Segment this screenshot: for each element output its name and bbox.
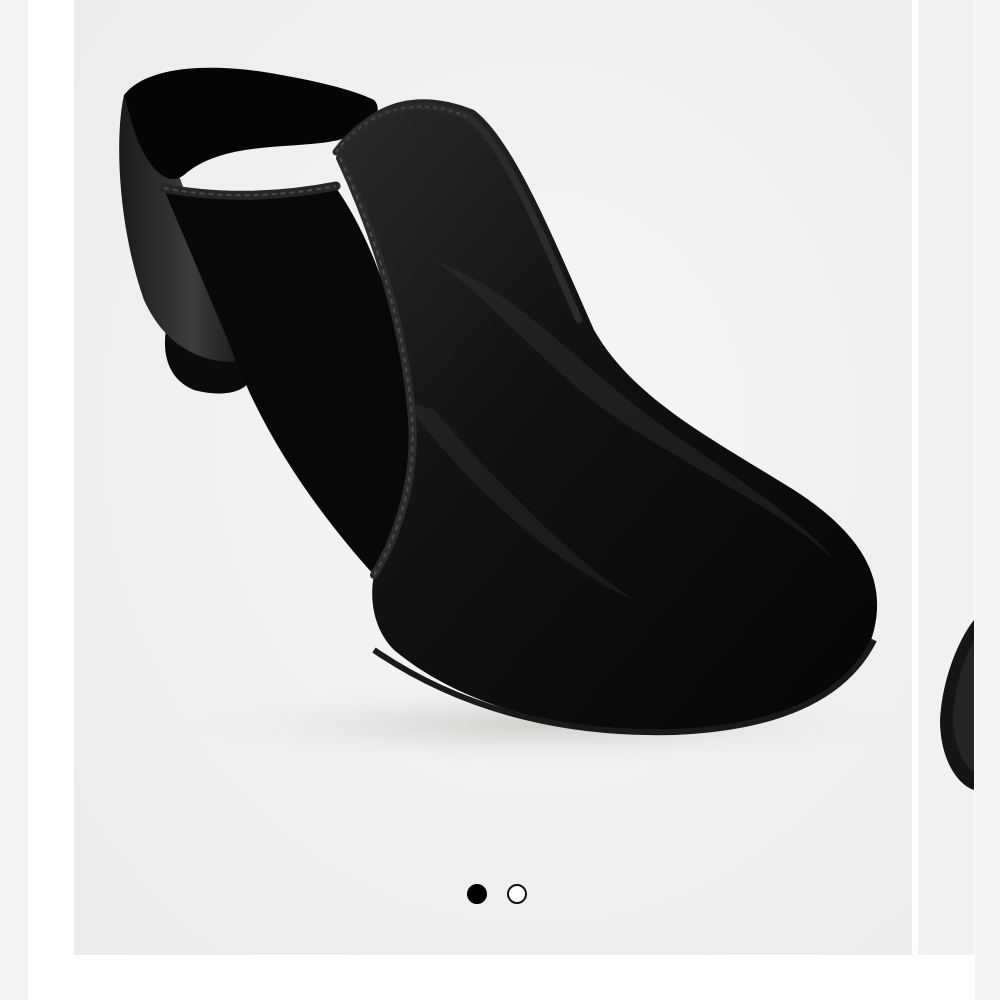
- shoe-product-image: [74, 0, 912, 955]
- carousel-slide-2-peek[interactable]: [918, 0, 974, 955]
- product-image-viewer: [0, 0, 1000, 1000]
- carousel-slide-1[interactable]: [74, 0, 912, 955]
- shoe-product-image-peek: [918, 0, 974, 955]
- pagination-dot-2[interactable]: [507, 884, 527, 904]
- image-carousel[interactable]: [0, 0, 1000, 1000]
- next-slide-edge: [975, 0, 1000, 1000]
- pagination-dot-1[interactable]: [467, 884, 487, 904]
- carousel-pagination: [467, 884, 527, 904]
